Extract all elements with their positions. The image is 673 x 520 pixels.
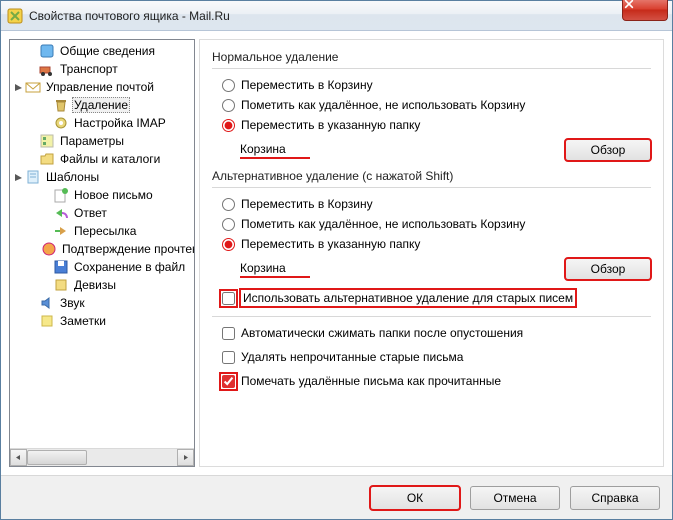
alt-browse-button[interactable]: Обзор	[565, 258, 651, 280]
confirm-icon	[41, 241, 57, 257]
scroll-left-button[interactable]	[10, 449, 27, 466]
tree-item-reply[interactable]: Ответ	[10, 204, 194, 222]
tree-item-sound[interactable]: Звук	[10, 294, 194, 312]
reply-icon	[53, 205, 69, 221]
save-icon	[53, 259, 69, 275]
check-use-alt[interactable]: Использовать альтернативное удаление для…	[222, 288, 651, 308]
check-del-unread[interactable]: Удалять непрочитанные старые письма	[222, 347, 651, 367]
new-mail-icon	[53, 187, 69, 203]
ok-button[interactable]: ОК	[370, 486, 460, 510]
tree-panel: Общие сведения Транспорт Управление почт…	[9, 39, 195, 467]
radio-normal-folder[interactable]	[222, 119, 235, 132]
tree-item-confirm[interactable]: Подтверждение прочтения	[10, 240, 194, 258]
divider	[212, 316, 651, 317]
divider	[212, 187, 651, 188]
alt-opt-trash[interactable]: Переместить в Корзину	[222, 194, 651, 214]
truck-icon	[39, 61, 55, 77]
tree-item-general[interactable]: Общие сведения	[10, 42, 194, 60]
radio-normal-mark[interactable]	[222, 99, 235, 112]
settings-panel: Нормальное удаление Переместить в Корзин…	[199, 39, 664, 467]
checkbox-compact[interactable]	[222, 327, 235, 340]
collapse-icon[interactable]	[12, 171, 24, 183]
checkbox-del-unread[interactable]	[222, 351, 235, 364]
close-button[interactable]	[622, 0, 668, 21]
normal-folder-value: Корзина	[240, 142, 310, 159]
tree-hscrollbar[interactable]	[10, 448, 194, 466]
template-icon	[25, 169, 41, 185]
alt-opt-mark[interactable]: Пометить как удалённое, не использовать …	[222, 214, 651, 234]
scroll-track[interactable]	[27, 449, 177, 466]
alt-opt-folder[interactable]: Переместить в указанную папку	[222, 234, 651, 254]
radio-normal-trash[interactable]	[222, 79, 235, 92]
alt-folder-row: Корзина Обзор	[240, 258, 651, 280]
button-bar: ОК Отмена Справка	[1, 475, 672, 519]
radio-alt-trash[interactable]	[222, 198, 235, 211]
options-icon	[39, 133, 55, 149]
check-mark-read[interactable]: Помечать удалённые письма как прочитанны…	[222, 371, 651, 391]
scroll-thumb[interactable]	[27, 450, 87, 465]
forward-icon	[53, 223, 69, 239]
app-icon	[7, 8, 23, 24]
tree-item-options[interactable]: Параметры	[10, 132, 194, 150]
tree-item-files[interactable]: Файлы и каталоги	[10, 150, 194, 168]
tree-item-mail-management[interactable]: Управление почтой	[10, 78, 194, 96]
tree-item-new-mail[interactable]: Новое письмо	[10, 186, 194, 204]
folder-icon	[39, 151, 55, 167]
motto-icon	[53, 277, 69, 293]
tree-item-notes[interactable]: Заметки	[10, 312, 194, 330]
sound-icon	[39, 295, 55, 311]
scroll-right-button[interactable]	[177, 449, 194, 466]
tree-item-transport[interactable]: Транспорт	[10, 60, 194, 78]
alt-delete-heading: Альтернативное удаление (с нажатой Shift…	[212, 169, 651, 183]
tree-item-imap[interactable]: Настройка IMAP	[10, 114, 194, 132]
tree-item-mottos[interactable]: Девизы	[10, 276, 194, 294]
tree-item-templates[interactable]: Шаблоны	[10, 168, 194, 186]
tree-item-forward[interactable]: Пересылка	[10, 222, 194, 240]
normal-folder-row: Корзина Обзор	[240, 139, 651, 161]
checkbox-mark-read[interactable]	[222, 375, 235, 388]
alt-folder-value: Корзина	[240, 261, 310, 278]
content-area: Общие сведения Транспорт Управление почт…	[1, 31, 672, 475]
nav-tree[interactable]: Общие сведения Транспорт Управление почт…	[10, 40, 194, 448]
checkbox-use-alt[interactable]	[222, 292, 235, 305]
help-button[interactable]: Справка	[570, 486, 660, 510]
radio-alt-mark[interactable]	[222, 218, 235, 231]
dialog-window: Свойства почтового ящика - Mail.Ru Общие…	[0, 0, 673, 520]
radio-alt-folder[interactable]	[222, 238, 235, 251]
normal-opt-trash[interactable]: Переместить в Корзину	[222, 75, 651, 95]
page-icon	[39, 43, 55, 59]
normal-opt-folder[interactable]: Переместить в указанную папку	[222, 115, 651, 135]
window-title: Свойства почтового ящика - Mail.Ru	[29, 9, 230, 23]
divider	[212, 68, 651, 69]
normal-browse-button[interactable]: Обзор	[565, 139, 651, 161]
notes-icon	[39, 313, 55, 329]
gear-icon	[53, 115, 69, 131]
titlebar: Свойства почтового ящика - Mail.Ru	[1, 1, 672, 31]
check-compact[interactable]: Автоматически сжимать папки после опусто…	[222, 323, 651, 343]
normal-delete-heading: Нормальное удаление	[212, 50, 651, 64]
tree-item-save[interactable]: Сохранение в файл	[10, 258, 194, 276]
cancel-button[interactable]: Отмена	[470, 486, 560, 510]
collapse-icon[interactable]	[12, 81, 24, 93]
trash-icon	[53, 97, 69, 113]
envelope-icon	[25, 79, 41, 95]
normal-opt-mark[interactable]: Пометить как удалённое, не использовать …	[222, 95, 651, 115]
tree-item-deletion[interactable]: Удаление	[10, 96, 194, 114]
